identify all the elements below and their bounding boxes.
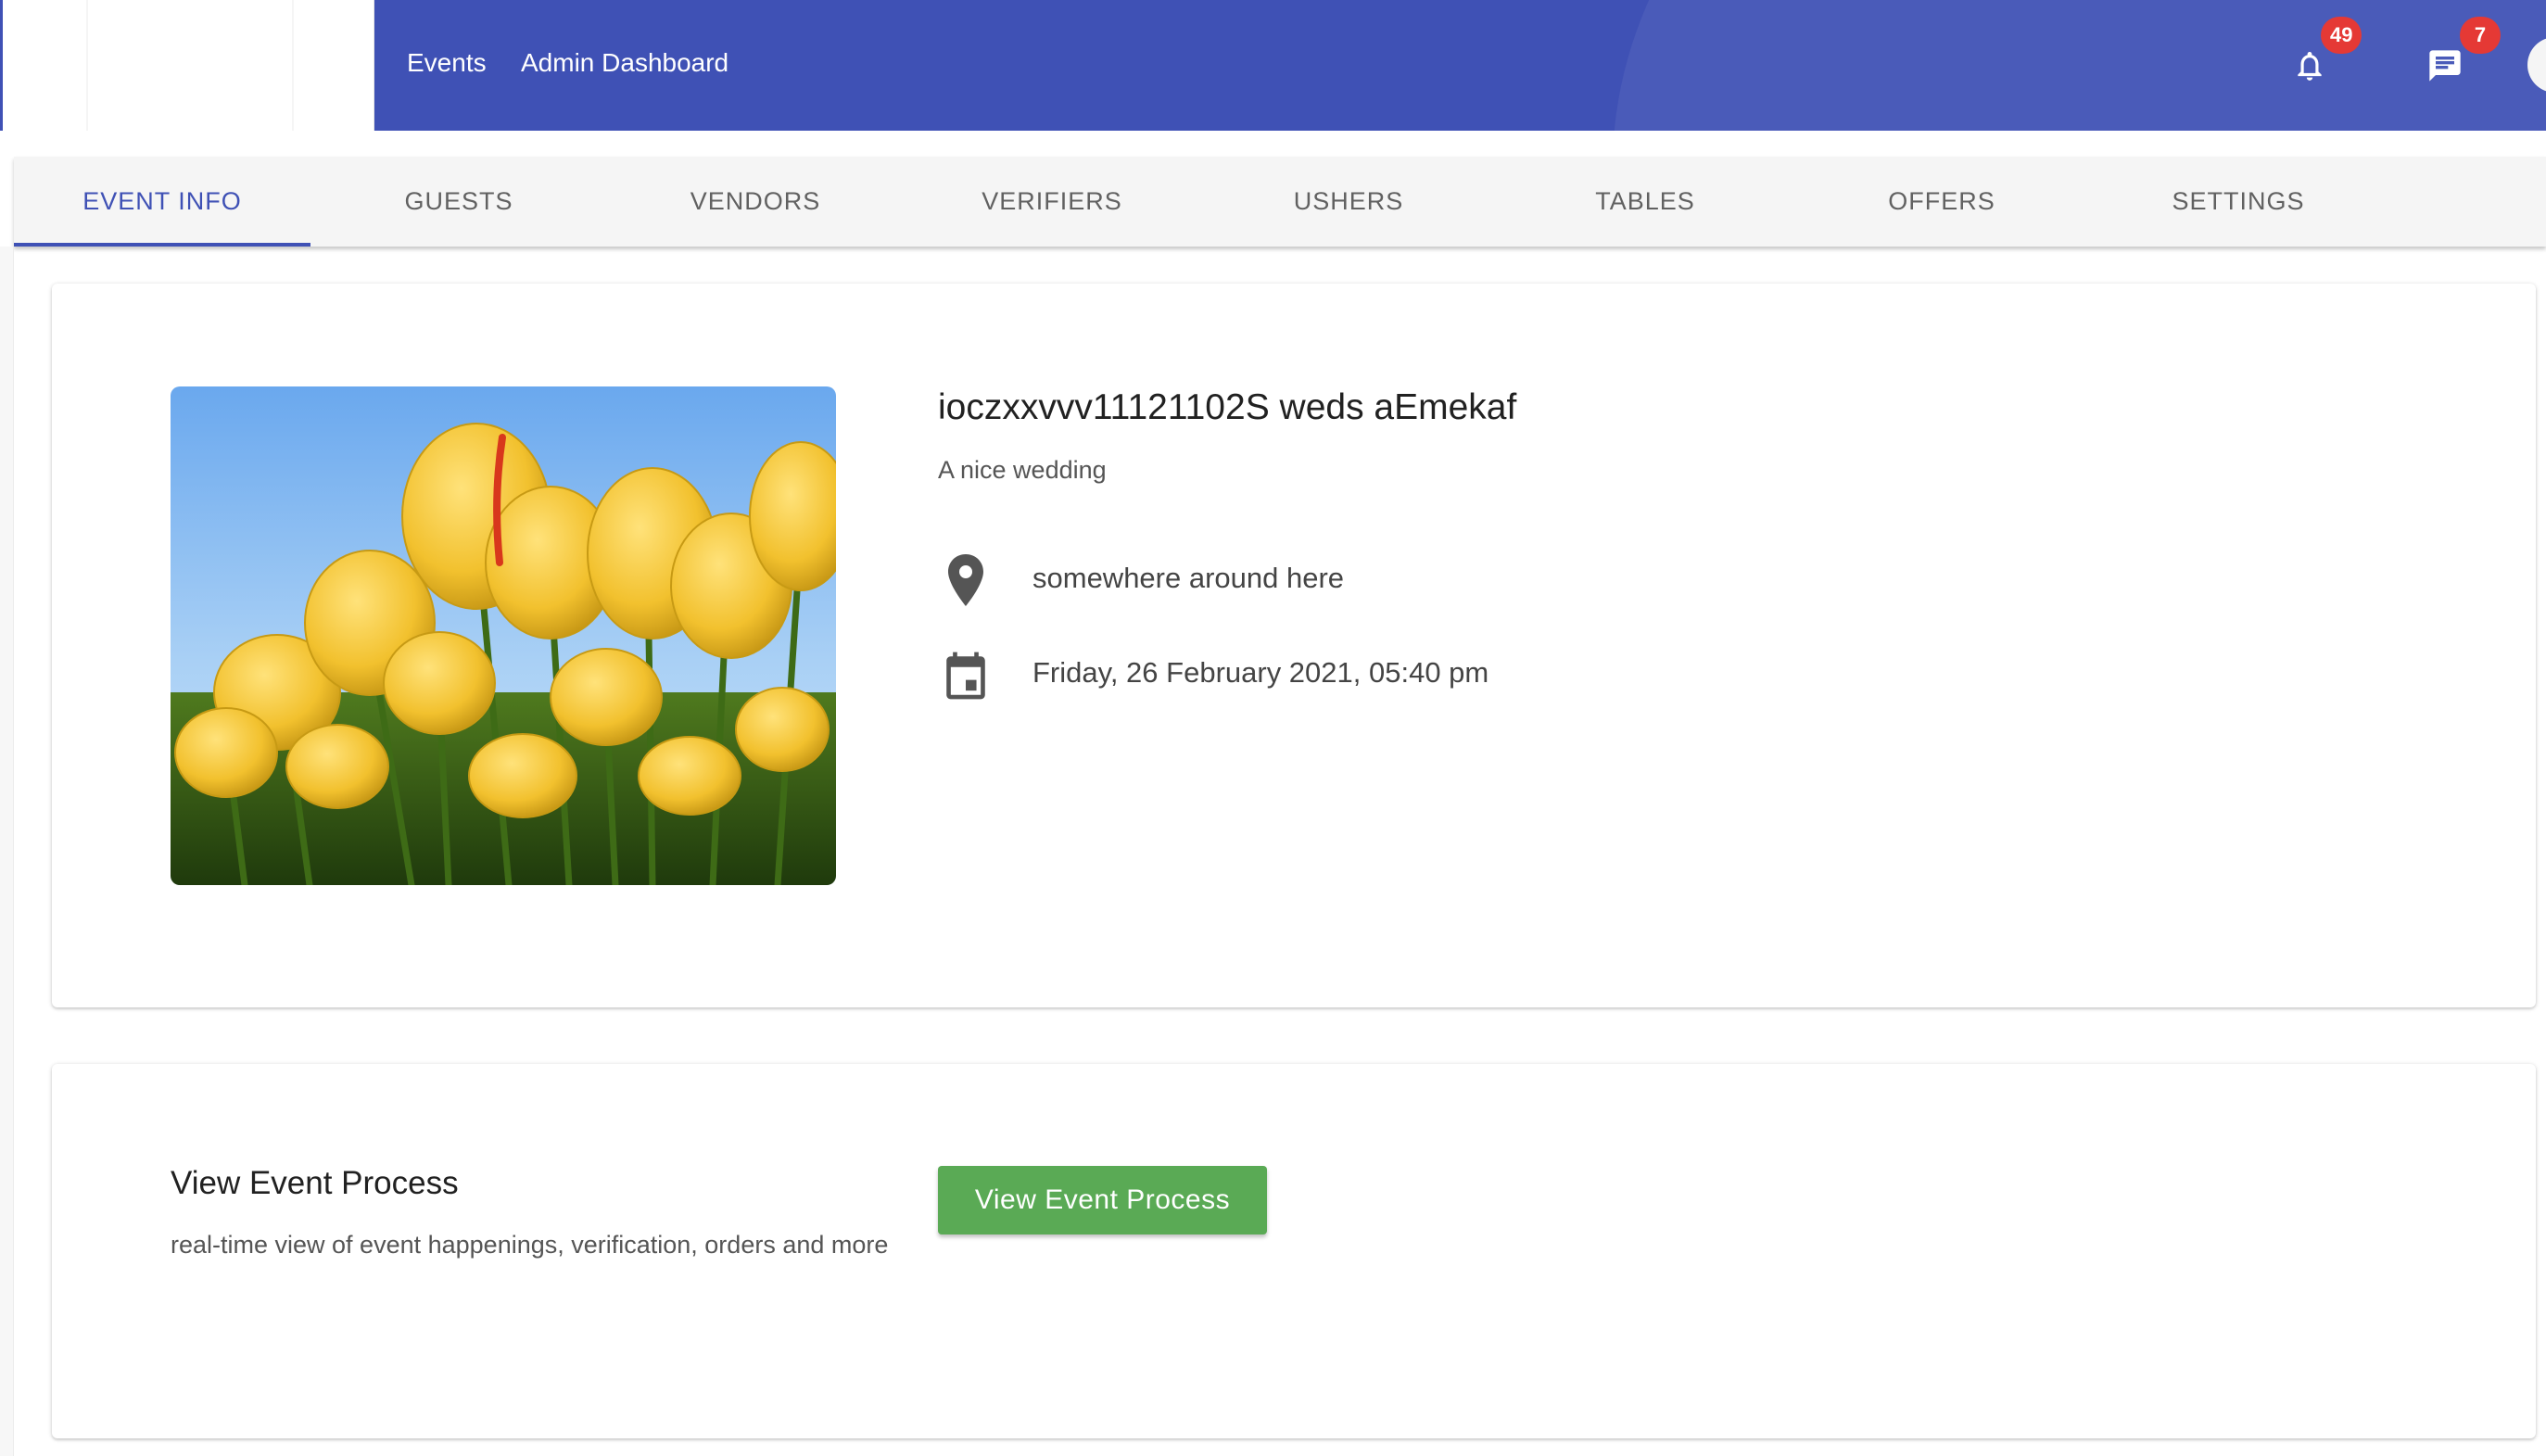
tab-tables[interactable]: TABLES — [1497, 157, 1793, 247]
content-left-edge — [0, 247, 14, 1456]
event-image — [171, 386, 836, 885]
active-tab-indicator — [14, 243, 310, 247]
event-title: ioczxxvvv11121102S weds aEmekaf — [938, 387, 1517, 427]
event-datetime: Friday, 26 February 2021, 05:40 pm — [1032, 656, 1489, 689]
logo-divider — [292, 0, 294, 131]
bell-icon — [2298, 51, 2322, 81]
tab-label: SETTINGS — [2172, 187, 2305, 215]
nav-link-admin-dashboard[interactable]: Admin Dashboard — [521, 48, 728, 78]
calendar-icon — [938, 648, 994, 703]
tab-label: OFFERS — [1888, 187, 1995, 215]
top-app-bar: Events Admin Dashboard 49 7 — [0, 0, 2546, 131]
notifications-badge: 49 — [2321, 17, 2362, 54]
tab-guests[interactable]: GUESTS — [310, 157, 607, 247]
tab-label: EVENT INFO — [82, 187, 242, 215]
tab-label: TABLES — [1595, 187, 1695, 215]
view-event-process-button[interactable]: View Event Process — [938, 1166, 1267, 1234]
tab-ushers[interactable]: USHERS — [1200, 157, 1497, 247]
event-location: somewhere around here — [1032, 562, 1345, 594]
logo-divider — [86, 0, 88, 131]
event-description: A nice wedding — [938, 456, 1107, 484]
event-info-card: ioczxxvvv11121102S weds aEmekaf A nice w… — [52, 284, 2536, 1007]
tab-vendors[interactable]: VENDORS — [607, 157, 904, 247]
tab-verifiers[interactable]: VERIFIERS — [904, 157, 1200, 247]
tab-offers[interactable]: OFFERS — [1793, 157, 2090, 247]
chat-icon — [2429, 50, 2461, 82]
header-decoration — [1613, 0, 2546, 131]
event-tabs: EVENT INFO GUESTS VENDORS VERIFIERS USHE… — [14, 157, 2546, 247]
process-description: real-time view of event happenings, veri… — [171, 1231, 889, 1259]
event-process-card: View Event Process real-time view of eve… — [52, 1064, 2536, 1438]
messages-badge: 7 — [2460, 17, 2501, 54]
logo-area[interactable] — [3, 0, 374, 131]
map-pin-icon — [938, 552, 994, 608]
tab-label: GUESTS — [404, 187, 513, 215]
tab-settings[interactable]: SETTINGS — [2090, 157, 2387, 247]
process-title: View Event Process — [171, 1165, 459, 1201]
tab-event-info[interactable]: EVENT INFO — [14, 157, 310, 247]
tab-label: USHERS — [1293, 187, 1404, 215]
nav-link-events[interactable]: Events — [407, 48, 487, 78]
tab-label: VENDORS — [690, 187, 821, 215]
tab-label: VERIFIERS — [982, 187, 1122, 215]
